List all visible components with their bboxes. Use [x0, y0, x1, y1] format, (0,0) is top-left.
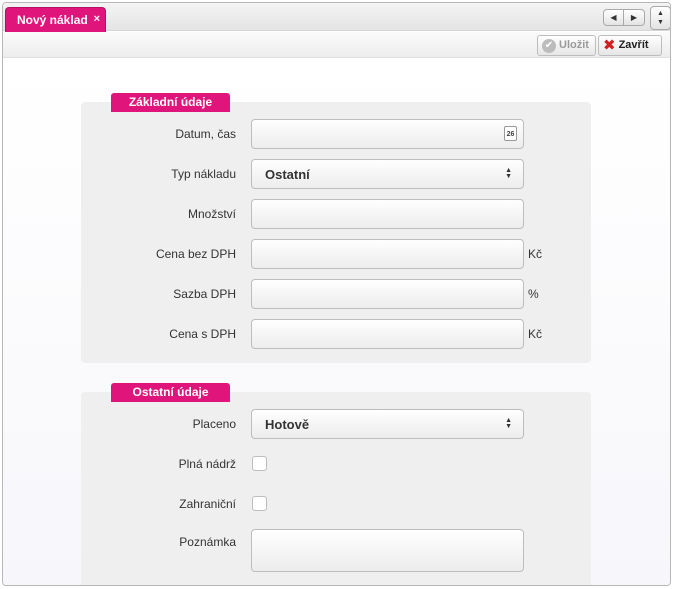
price-vat-unit: Kč [528, 327, 543, 341]
paid-select[interactable]: Hotově ▲ ▼ [251, 409, 524, 439]
toolbar: ✔ Uložit ✖ Zavřít [3, 32, 670, 58]
price-vat-label: Cena s DPH [169, 327, 236, 341]
row-note: Poznámka [81, 529, 591, 572]
date-field[interactable]: 26 [251, 119, 524, 149]
select-arrows-icon: ▲ ▼ [505, 417, 512, 430]
tab-new-expense[interactable]: Nový náklad × [5, 7, 106, 32]
row-price-vat: Cena s DPH Kč [81, 319, 591, 349]
price-field[interactable] [251, 239, 524, 269]
full-tank-checkbox[interactable] [252, 456, 267, 471]
date-label: Datum, čas [175, 127, 236, 141]
tab-title: Nový náklad [17, 13, 88, 27]
close-button[interactable]: ✖ Zavřít [598, 35, 662, 56]
section-basic-title: Základní údaje [111, 93, 230, 112]
note-textarea[interactable] [251, 529, 524, 572]
close-button-label: Zavřít [618, 39, 649, 51]
row-price: Cena bez DPH Kč [81, 239, 591, 269]
select-arrows-icon: ▲ ▼ [505, 167, 512, 180]
type-select[interactable]: Ostatní ▲ ▼ [251, 159, 524, 189]
form-content: Základní údaje Datum, čas 26 Typ nákladu… [3, 59, 670, 585]
check-icon: ✔ [542, 39, 556, 53]
foreign-label: Zahraniční [179, 497, 236, 511]
close-x-icon: ✖ [603, 37, 616, 54]
row-type: Typ nákladu Ostatní ▲ ▼ [81, 159, 591, 189]
foreign-checkbox[interactable] [252, 496, 267, 511]
save-button-label: Uložit [559, 39, 589, 51]
vat-field[interactable] [251, 279, 524, 309]
full-tank-label: Plná nádrž [178, 457, 236, 471]
note-label: Poznámka [179, 535, 236, 549]
vat-label: Sazba DPH [173, 287, 236, 301]
chevron-right-icon[interactable]: ▶ [624, 9, 645, 26]
calendar-icon[interactable]: 26 [504, 126, 517, 141]
type-select-value: Ostatní [265, 167, 310, 182]
row-vat: Sazba DPH % [81, 279, 591, 309]
chevron-up-icon: ▲ [657, 10, 664, 17]
row-paid: Placeno Hotově ▲ ▼ [81, 409, 591, 439]
row-quantity: Množství [81, 199, 591, 229]
chevron-left-icon[interactable]: ◀ [603, 9, 624, 26]
tab-bar: Nový náklad × ◀ ▶ ▲ ▼ [3, 3, 670, 32]
save-button[interactable]: ✔ Uložit [537, 35, 596, 56]
section-basic: Základní údaje Datum, čas 26 Typ nákladu… [81, 93, 591, 363]
row-foreign: Zahraniční [81, 489, 591, 519]
vat-unit: % [528, 287, 539, 301]
row-date: Datum, čas 26 [81, 119, 591, 149]
tab-scroll-buttons: ◀ ▶ [603, 9, 645, 26]
price-label: Cena bez DPH [155, 247, 236, 261]
quantity-field[interactable] [251, 199, 524, 229]
section-other: Ostatní údaje Placeno Hotově ▲ ▼ Plná nád… [81, 383, 591, 585]
price-unit: Kč [528, 247, 543, 261]
row-full-tank: Plná nádrž [81, 449, 591, 479]
section-other-title: Ostatní údaje [111, 383, 230, 402]
quantity-label: Množství [187, 207, 236, 221]
close-icon[interactable]: × [94, 13, 100, 25]
dialog-window: Nový náklad × ◀ ▶ ▲ ▼ ✔ Uložit ✖ Zavřít … [2, 2, 671, 586]
paid-label: Placeno [192, 417, 236, 431]
chevron-down-icon: ▼ [657, 19, 664, 26]
paid-select-value: Hotově [265, 417, 310, 432]
type-label: Typ nákladu [171, 167, 236, 181]
price-vat-field[interactable] [251, 319, 524, 349]
tab-list-button[interactable]: ▲ ▼ [650, 6, 670, 30]
